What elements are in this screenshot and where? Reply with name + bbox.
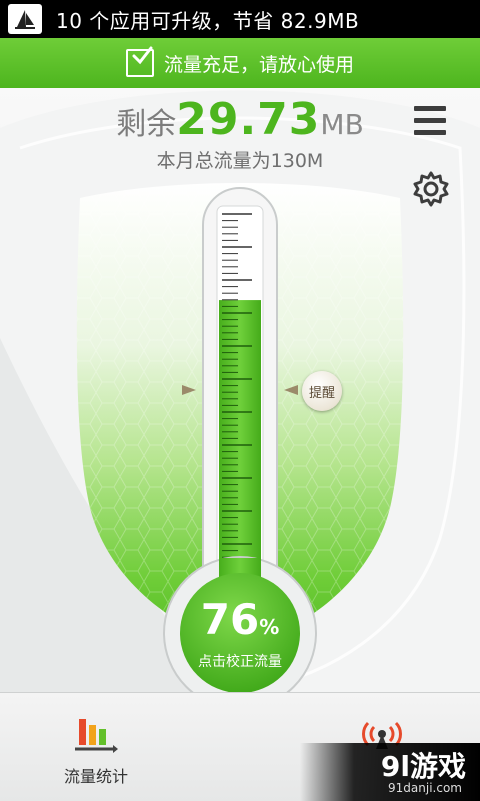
bar-chart-icon <box>75 719 118 753</box>
notification-text: 10 个应用可升级，节省 82.9MB <box>56 8 360 33</box>
banner-text: 流量充足，请放心使用 <box>163 53 354 76</box>
remaining-prefix: 剩余 <box>116 107 177 142</box>
calibrate-hint: 点击校正流量 <box>198 654 282 670</box>
remind-button[interactable]: 提醒 <box>302 371 342 411</box>
watermark-brand: 9l游戏 <box>380 750 466 783</box>
tab-traffic-stats-label: 流量统计 <box>63 767 128 786</box>
calibrate-button[interactable]: 76% 点击校正流量 <box>182 598 298 671</box>
watermark-site: 91danji.com <box>388 781 462 795</box>
remaining-value: 29.73 <box>176 94 321 145</box>
checkbox-icon <box>125 46 154 77</box>
monthly-total: 本月总流量为130M <box>156 150 324 172</box>
bottom-bar: 流量统计 9l游戏 91danji.com <box>0 692 480 801</box>
gear-icon[interactable] <box>412 170 450 208</box>
sail-logo-icon <box>8 4 42 34</box>
watermark: 9l游戏 91danji.com <box>300 743 480 801</box>
tab-traffic-stats[interactable]: 流量统计 <box>50 713 142 787</box>
status-bar: 10 个应用可升级，节省 82.9MB <box>0 0 480 38</box>
menu-icon[interactable] <box>414 106 446 136</box>
main-panel: 剩余29.73MB 本月总流量为130M 提醒 76% 点击校正流量 <box>0 88 480 692</box>
status-banner: 流量充足，请放心使用 <box>0 38 480 88</box>
remind-label: 提醒 <box>308 385 335 401</box>
remaining-traffic: 剩余29.73MB <box>0 94 480 145</box>
remaining-unit: MB <box>320 108 364 141</box>
usage-percent: 76% <box>200 595 280 644</box>
